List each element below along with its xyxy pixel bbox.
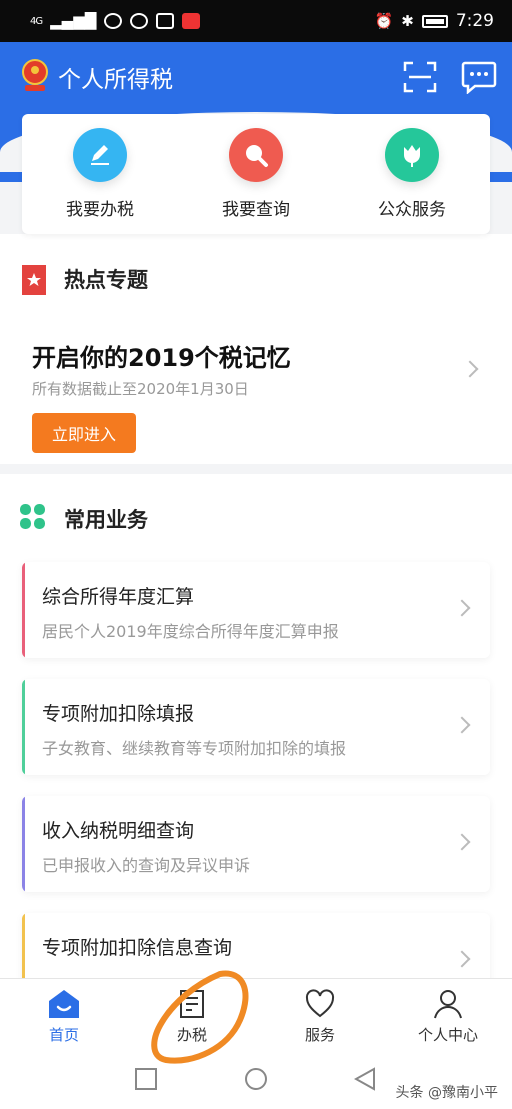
heart-hands-icon <box>305 989 335 1018</box>
user-icon <box>434 990 462 1019</box>
page-title: 个人所得税 <box>58 67 173 93</box>
quick-item-label: 我要查询 <box>222 200 290 220</box>
home-circle-icon[interactable] <box>244 1067 268 1091</box>
business-card-special-deduction[interactable]: 专项附加扣除填报 子女教育、继续教育等专项附加扣除的填报 <box>22 679 490 775</box>
card-subtitle: 子女教育、继续教育等专项附加扣除的填报 <box>42 739 347 758</box>
news-notify-icon <box>182 13 201 29</box>
card-accent-bar <box>22 562 25 658</box>
chevron-right-icon <box>453 950 471 968</box>
bottom-tab-bar: 首页 办税 服务 个人中心 <box>0 978 512 1046</box>
tab-label: 个人中心 <box>417 1026 478 1044</box>
status-bar: 4G ▂▄▆█ ⏰ ✱ 7:29 <box>0 0 512 42</box>
tab-label: 服务 <box>304 1026 335 1044</box>
quick-item-query[interactable]: 我要查询 <box>186 128 326 220</box>
card-accent-bar <box>22 796 25 892</box>
card-title: 专项附加扣除填报 <box>42 703 195 725</box>
tax-emblem-icon <box>22 59 48 91</box>
hot-topic-subtitle: 所有数据截止至2020年1月30日 <box>32 380 249 398</box>
quick-access-card: 我要办税 我要查询 公众服务 <box>22 114 490 234</box>
bookmark-star-icon <box>22 265 46 295</box>
message-icon[interactable] <box>461 60 497 94</box>
chevron-right-icon <box>453 599 471 617</box>
tab-personal-center[interactable]: 个人中心 <box>384 979 512 1046</box>
quick-item-public-service[interactable]: 公众服务 <box>342 128 482 220</box>
section-title-common: 常用业务 <box>64 508 148 532</box>
section-title-hot: 热点专题 <box>64 268 148 292</box>
quick-item-label: 公众服务 <box>378 200 446 220</box>
document-edit-icon <box>180 990 204 1018</box>
quick-item-tax[interactable]: 我要办税 <box>30 128 170 220</box>
scan-icon[interactable] <box>403 60 437 94</box>
magnifier-icon <box>246 145 268 167</box>
recent-apps-icon[interactable] <box>135 1068 157 1090</box>
hot-topic-title[interactable]: 开启你的2019个税记忆 <box>32 338 291 373</box>
enter-now-button[interactable]: 立即进入 <box>32 413 136 453</box>
business-card-annual-settlement[interactable]: 综合所得年度汇算 居民个人2019年度综合所得年度汇算申报 <box>22 562 490 658</box>
signal-bars-icon: ▂▄▆█ <box>50 12 97 30</box>
card-title: 综合所得年度汇算 <box>42 586 195 608</box>
quick-icon-circle <box>73 128 127 182</box>
clock-time: 7:29 <box>455 11 494 31</box>
home-icon <box>49 990 79 1018</box>
tab-label: 办税 <box>176 1026 207 1044</box>
signal-indicator: 4G <box>30 15 43 27</box>
bluetooth-icon: ✱ <box>401 12 414 30</box>
quick-icon-circle <box>385 128 439 182</box>
clover-icon <box>20 504 45 529</box>
business-card-income-query[interactable]: 收入纳税明细查询 已申报收入的查询及异议申诉 <box>22 796 490 892</box>
battery-icon <box>421 14 448 28</box>
back-triangle-icon[interactable] <box>354 1067 376 1091</box>
eye-icon <box>104 13 123 29</box>
card-title: 专项附加扣除信息查询 <box>42 937 233 959</box>
pencil-icon <box>91 145 109 165</box>
quick-icon-circle <box>229 128 283 182</box>
card-subtitle: 居民个人2019年度综合所得年度汇算申报 <box>42 622 339 641</box>
chevron-right-icon <box>453 716 471 734</box>
card-accent-bar <box>22 679 25 775</box>
chevron-right-icon <box>453 833 471 851</box>
tab-label: 首页 <box>48 1026 79 1044</box>
card-subtitle: 已申报收入的查询及异议申诉 <box>42 856 251 875</box>
app-notify-icon <box>156 13 175 29</box>
card-title: 收入纳税明细查询 <box>42 820 195 842</box>
alarm-icon: ⏰ <box>374 12 394 30</box>
tab-tax[interactable]: 办税 <box>128 979 256 1046</box>
tab-home[interactable]: 首页 <box>0 979 128 1046</box>
speed-icon <box>130 13 149 29</box>
tab-service[interactable]: 服务 <box>256 979 384 1046</box>
status-left: 4G ▂▄▆█ <box>30 12 201 30</box>
status-right: ⏰ ✱ 7:29 <box>375 11 494 31</box>
tulip-icon <box>404 145 420 167</box>
quick-item-label: 我要办税 <box>66 200 134 220</box>
watermark-text: 头条 @豫南小平 <box>395 1085 498 1101</box>
